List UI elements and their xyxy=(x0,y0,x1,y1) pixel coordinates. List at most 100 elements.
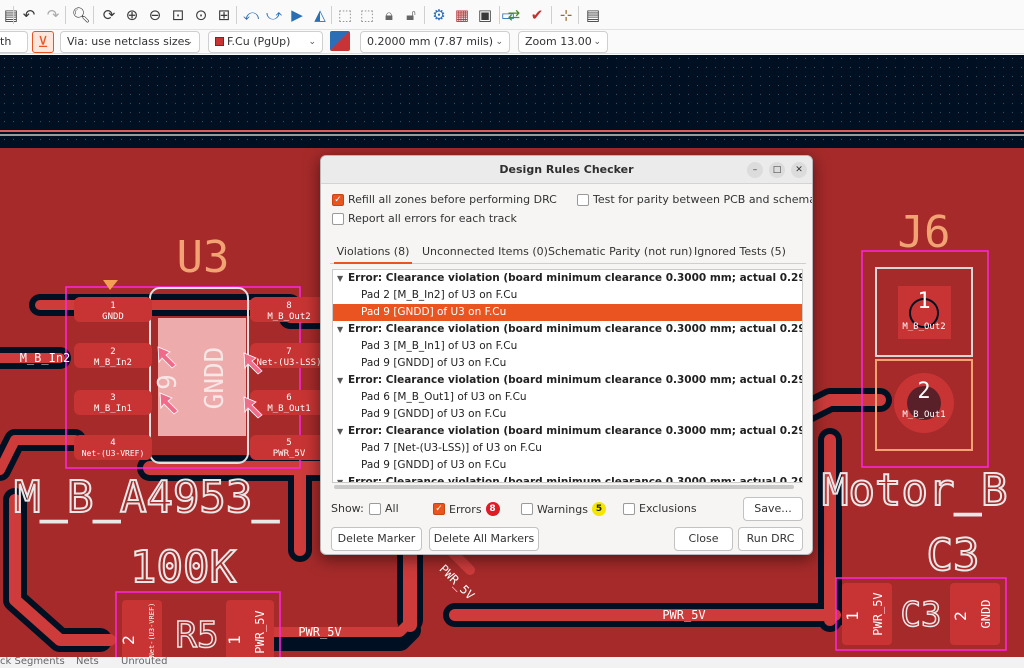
r5-pad-2-number: 2 xyxy=(119,635,138,645)
expand-triangle-icon[interactable]: ▼ xyxy=(337,270,343,287)
list-item[interactable]: Pad 7 [Net-(U3-LSS)] of U3 on F.Cu xyxy=(333,440,802,457)
run-drc-button[interactable]: Run DRC xyxy=(738,527,803,551)
list-item[interactable]: ▼ Error: Clearance violation (board minim… xyxy=(333,423,802,440)
c3-pad-1-net: PWR_5V xyxy=(871,592,885,635)
tab-schematic-parity[interactable]: Schematic Parity (not run) xyxy=(548,240,692,264)
expand-triangle-icon[interactable]: ▼ xyxy=(337,321,343,338)
delete-marker-button[interactable]: Delete Marker xyxy=(331,527,422,551)
u3-pad-6-number: 6 xyxy=(286,393,291,403)
expand-triangle-icon[interactable]: ▼ xyxy=(337,474,343,482)
drc-dialog: Design Rules Checker – □ ✕ ✓ Refill all … xyxy=(320,155,813,555)
c3-pad-1-number: 1 xyxy=(843,611,862,621)
auto-width-icon[interactable]: ⊻ xyxy=(32,31,54,53)
show-exclusions-checkbox[interactable] xyxy=(623,502,635,515)
board-setup-icon[interactable]: ⚙ xyxy=(428,4,450,26)
main-toolbar: ▤ ↶ ↷ 🔍︎ ⟳ ⊕ ⊖ ⊡ ⊙ ⊞ ⤺ ⤻ ▶ ◭ ⬚ ⬚ 🔒︎ 🔓︎ ⚙… xyxy=(0,0,1024,30)
zoom-in-icon[interactable]: ⊕ xyxy=(121,4,143,26)
track-width-select[interactable]: th xyxy=(0,31,28,53)
tab-violations[interactable]: Violations (8) xyxy=(334,240,412,264)
scripting-console-icon[interactable]: ▤ xyxy=(582,4,604,26)
show-all-checkbox[interactable] xyxy=(369,502,381,515)
expand-triangle-icon[interactable]: ▼ xyxy=(337,372,343,389)
u3-pad-4-number: 4 xyxy=(110,438,115,448)
schematic-icon[interactable]: ⊹ xyxy=(555,4,577,26)
c3-reference-text: C3 xyxy=(901,595,942,635)
layer-select[interactable]: F.Cu (PgUp) ⌄ xyxy=(208,31,323,53)
test-parity-option[interactable]: Test for parity between PCB and schemati… xyxy=(577,193,812,206)
grid-select[interactable]: 0.2000 mm (7.87 mils) ⌄ xyxy=(360,31,510,53)
find-icon[interactable]: 🔍︎ xyxy=(70,4,92,26)
track-width-select-label: th xyxy=(0,35,12,48)
toolbar-separator xyxy=(93,6,94,24)
list-item[interactable]: ▼ Error: Clearance violation (board minim… xyxy=(333,474,802,482)
j6-pad-2-net: M_B_Out1 xyxy=(902,410,945,420)
flip-icon[interactable]: ▶ xyxy=(286,4,308,26)
drc-icon[interactable]: ✔ xyxy=(526,4,548,26)
violations-list[interactable]: ▼ Error: Clearance violation (board minim… xyxy=(332,269,803,483)
zoom-select[interactable]: Zoom 13.00 ⌄ xyxy=(518,31,608,53)
rotate-ccw-icon[interactable]: ⤺ xyxy=(240,4,262,26)
list-item[interactable]: Pad 9 [GNDD] of U3 on F.Cu xyxy=(333,406,802,423)
close-icon[interactable]: ✕ xyxy=(791,162,807,178)
zoom-selection-icon[interactable]: ⊞ xyxy=(213,4,235,26)
toolbar-separator xyxy=(331,6,332,24)
layer-select-label: F.Cu (PgUp) xyxy=(227,35,291,48)
c3-value-text: C3 xyxy=(927,530,980,581)
r5-pad-2[interactable] xyxy=(122,600,162,657)
rotate-cw-icon[interactable]: ⤻ xyxy=(263,4,285,26)
list-item[interactable]: Pad 3 [M_B_In1] of U3 on F.Cu xyxy=(333,338,802,355)
report-all-label: Report all errors for each track xyxy=(348,212,517,225)
show-all-option[interactable]: All xyxy=(369,502,399,515)
show-errors-checkbox[interactable]: ✓ xyxy=(433,503,445,515)
unlock-icon[interactable]: 🔓︎ xyxy=(400,4,422,26)
net-label-m-b-in2: M_B_In2 xyxy=(20,351,71,365)
list-item[interactable]: ▼ Error: Clearance violation (board minim… xyxy=(333,372,802,389)
show-warnings-option[interactable]: Warnings 5 xyxy=(521,502,606,516)
show-errors-option[interactable]: ✓ Errors 8 xyxy=(433,502,500,516)
maximize-icon[interactable]: □ xyxy=(769,162,785,178)
refill-zones-checkbox[interactable]: ✓ xyxy=(332,193,344,206)
undo-icon[interactable]: ↶ xyxy=(18,4,40,26)
chevron-down-icon: ⌄ xyxy=(495,37,503,47)
layer-pair-icon[interactable] xyxy=(330,31,350,51)
update-pcb-icon[interactable]: ⇄ xyxy=(503,4,525,26)
via-size-select[interactable]: Via: use netclass sizes ⌄ xyxy=(60,31,200,53)
mirror-icon[interactable]: ◭ xyxy=(309,4,331,26)
delete-all-markers-button[interactable]: Delete All Markers xyxy=(429,527,539,551)
test-parity-checkbox[interactable] xyxy=(577,193,589,206)
list-item[interactable]: Pad 6 [M_B_Out1] of U3 on F.Cu xyxy=(333,389,802,406)
refresh-icon[interactable]: ⟳ xyxy=(98,4,120,26)
net-inspector-icon[interactable]: ▦ xyxy=(451,4,473,26)
list-item[interactable]: ▼ Error: Clearance violation (board minim… xyxy=(333,321,802,338)
ungroup-icon[interactable]: ⬚ xyxy=(356,4,378,26)
redo-icon[interactable]: ↷ xyxy=(42,4,64,26)
close-button[interactable]: Close xyxy=(674,527,733,551)
tab-ignored-tests[interactable]: Ignored Tests (5) xyxy=(694,240,786,264)
report-all-checkbox[interactable] xyxy=(332,212,344,225)
expand-triangle-icon[interactable]: ▼ xyxy=(337,423,343,440)
list-item[interactable]: Pad 9 [GNDD] of U3 on F.Cu xyxy=(333,457,802,474)
report-all-option[interactable]: Report all errors for each track xyxy=(332,212,517,225)
group-icon[interactable]: ⬚ xyxy=(334,4,356,26)
u3-pad-8-number: 8 xyxy=(286,301,291,311)
horizontal-scrollbar[interactable] xyxy=(332,483,803,491)
save-button[interactable]: Save... xyxy=(743,497,803,521)
zoom-out-icon[interactable]: ⊖ xyxy=(144,4,166,26)
footprint-editor-icon[interactable]: ▣ xyxy=(474,4,496,26)
grid-select-label: 0.2000 mm (7.87 mils) xyxy=(367,35,494,48)
minimize-icon[interactable]: – xyxy=(747,162,763,178)
show-warnings-checkbox[interactable] xyxy=(521,503,533,515)
status-bar: ck Segments Nets Unrouted xyxy=(0,656,1024,668)
show-exclusions-option[interactable]: Exclusions xyxy=(623,502,697,515)
refill-zones-option[interactable]: ✓ Refill all zones before performing DRC xyxy=(332,193,557,206)
scrollbar-thumb[interactable] xyxy=(334,485,794,489)
list-item[interactable]: Pad 2 [M_B_In2] of U3 on F.Cu xyxy=(333,287,802,304)
list-item[interactable]: ▼ Error: Clearance violation (board minim… xyxy=(333,270,802,287)
tab-unconnected[interactable]: Unconnected Items (0) xyxy=(422,240,548,264)
list-item-selected[interactable]: Pad 9 [GNDD] of U3 on F.Cu xyxy=(333,304,802,321)
lock-icon[interactable]: 🔒︎ xyxy=(378,4,400,26)
zoom-fit-icon[interactable]: ⊡ xyxy=(167,4,189,26)
zoom-objects-icon[interactable]: ⊙ xyxy=(190,4,212,26)
list-item[interactable]: Pad 9 [GNDD] of U3 on F.Cu xyxy=(333,355,802,372)
u3-pad-1-number: 1 xyxy=(110,301,115,311)
